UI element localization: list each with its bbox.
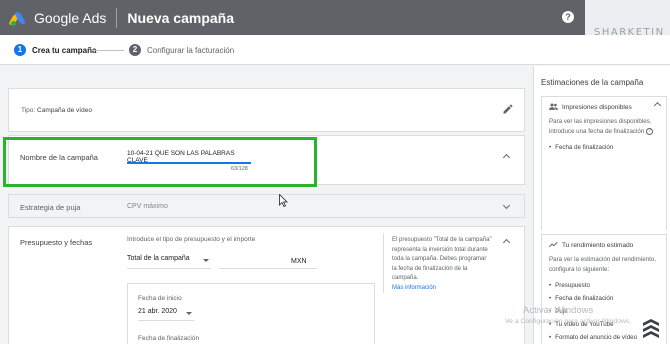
currency-label: MXN [291, 258, 307, 265]
campaign-type-prefix: Tipo: [21, 107, 36, 114]
header-divider [116, 7, 118, 28]
windows-activation-subtitle: Ve a Configuración para activar Windows. [505, 318, 632, 325]
list-item: Fecha de finalización [549, 292, 659, 305]
more-info-link[interactable]: Más información [392, 284, 492, 294]
google-ads-logo-icon [8, 11, 27, 26]
impressions-header[interactable]: Impresiones disponibles [542, 97, 666, 117]
people-icon [549, 103, 559, 112]
info-question-icon[interactable]: ? [646, 127, 654, 135]
help-icon[interactable]: ? [562, 11, 574, 23]
expand-chevron-down-icon[interactable] [502, 201, 511, 210]
impressions-text: Para ver las impresiones disponibles, in… [542, 117, 666, 137]
impressions-card: Impresiones disponibles Para ver las imp… [541, 96, 667, 230]
help-divider [383, 233, 384, 293]
impressions-list: Fecha de finalización [542, 137, 666, 154]
step-billing[interactable]: 2 Configurar la facturación [129, 44, 234, 56]
collapse-chevron-up-icon[interactable] [502, 153, 511, 162]
performance-title: Tu rendimiento estimado [562, 241, 634, 249]
step-label: Configurar la facturación [147, 45, 235, 55]
campaign-type-value: Campaña de vídeo [37, 107, 92, 114]
budget-dates-label: Presupuesto y fechas [20, 238, 93, 247]
brand-watermark-icon [643, 319, 659, 338]
bidding-strategy-label: Estrategia de puja [20, 203, 81, 212]
budget-help-text: El presupuesto "Total de la campaña" rep… [392, 236, 492, 293]
list-item: Presupuesto [549, 279, 659, 292]
step-number: 2 [129, 44, 141, 56]
collapse-chevron-up-icon[interactable] [653, 101, 662, 110]
collapse-chevron-up-icon[interactable] [502, 238, 511, 247]
step-label: Crea tu campaña [32, 45, 97, 55]
list-item: Fecha de finalización [549, 141, 659, 154]
campaign-type-card: Tipo: Campaña de vídeo [8, 88, 525, 132]
budget-intro-text: Introduce el tipo de presupuesto y el im… [127, 236, 256, 243]
app-name: Google Ads [34, 9, 107, 26]
start-date-label: Fecha de inicio [138, 295, 182, 302]
campaign-type-text: Tipo: Campaña de vídeo [21, 107, 92, 114]
page-title: Nueva campaña [127, 9, 234, 26]
stepper-connector [92, 50, 124, 51]
budget-type-value: Total de la campaña [127, 255, 190, 262]
performance-header[interactable]: Tu rendimiento estimado [542, 235, 666, 255]
end-date-label: Fecha de finalización [138, 335, 200, 342]
budget-dates-card: Presupuesto y fechas Introduce el tipo d… [8, 226, 525, 344]
performance-text: Para ver la estimación del rendimiento, … [549, 256, 656, 273]
windows-activation-title: Activar Windows [523, 305, 594, 316]
dropdown-arrow-icon [203, 259, 209, 262]
impressions-title: Impresiones disponibles [562, 103, 632, 111]
campaign-estimates-panel: Estimaciones de la campaña Impresiones d… [533, 66, 670, 344]
bidding-strategy-value: CPV máximo [127, 203, 168, 210]
start-date-select[interactable]: 21 abr. 2020 [138, 308, 194, 321]
edit-pencil-icon[interactable] [502, 103, 514, 115]
estimates-title: Estimaciones de la campaña [541, 78, 644, 87]
green-highlight-box [3, 137, 317, 187]
bidding-strategy-card[interactable]: Estrategia de puja CPV máximo [8, 194, 525, 218]
step-number: 1 [14, 44, 26, 56]
mouse-cursor-icon [279, 194, 288, 207]
step-create-campaign[interactable]: 1 Crea tu campaña [14, 44, 96, 56]
dates-box: Fecha de inicio 21 abr. 2020 Fecha de fi… [127, 283, 375, 344]
dropdown-arrow-icon [186, 312, 192, 315]
start-date-value: 21 abr. 2020 [138, 308, 177, 315]
impressions-body: Para ver las impresiones disponibles, in… [549, 118, 652, 135]
budget-help-body: El presupuesto "Total de la campaña" rep… [392, 237, 492, 281]
trend-icon [549, 241, 559, 250]
budget-type-select[interactable]: Total de la campaña [127, 255, 211, 269]
